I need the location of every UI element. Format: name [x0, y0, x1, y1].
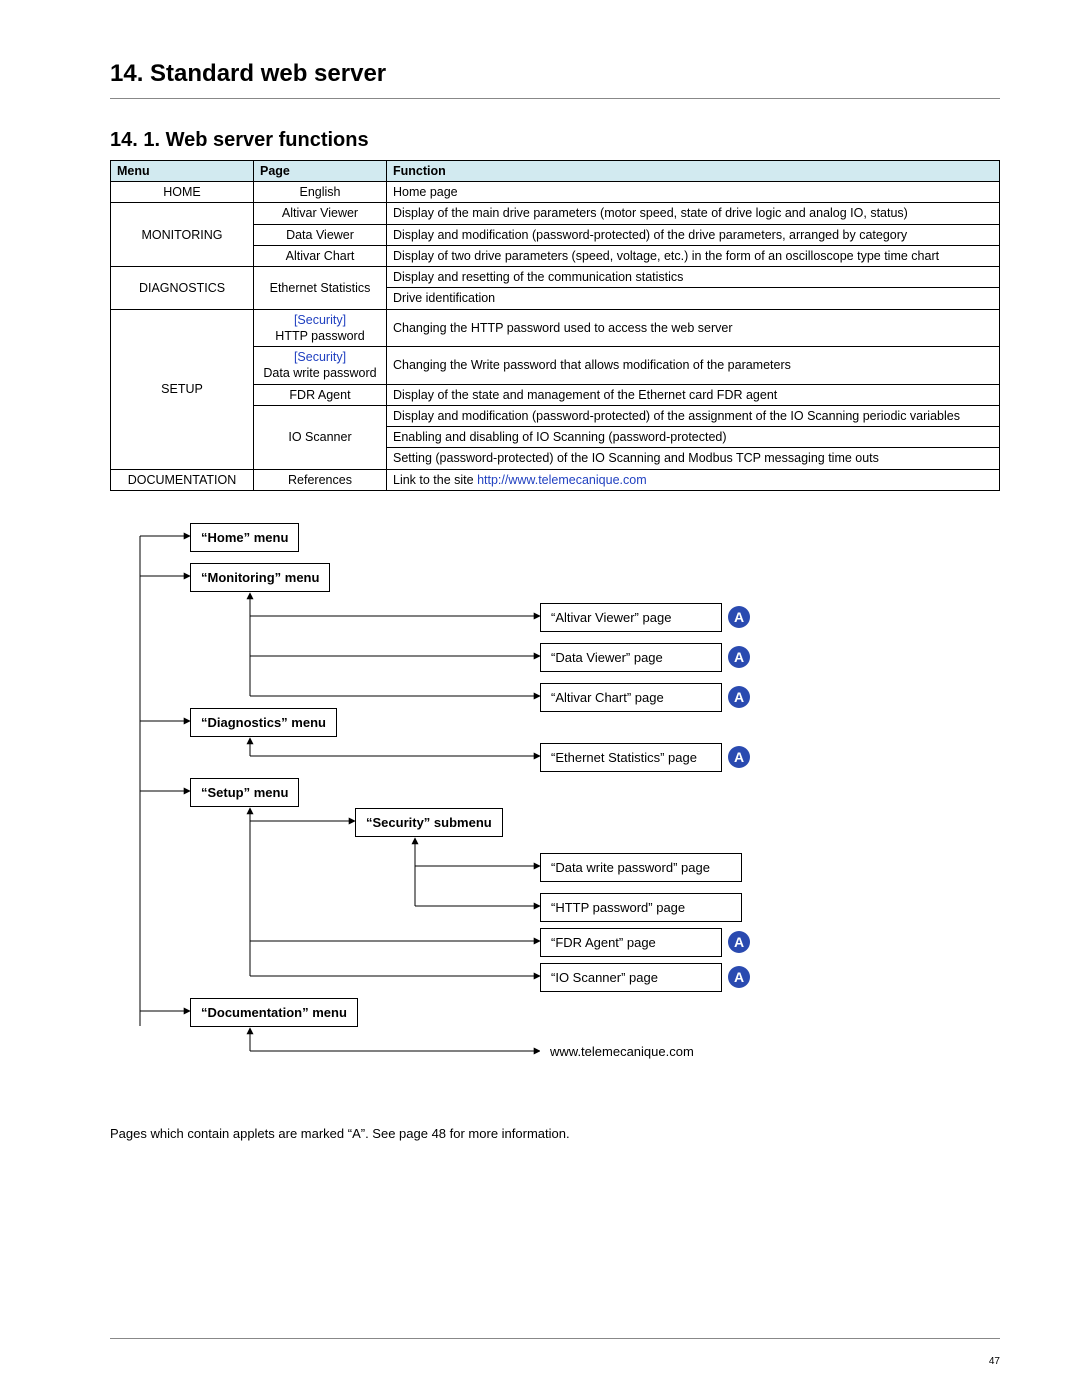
telemecanique-link-box: www.telemecanique.com — [540, 1038, 720, 1065]
home-menu-box: “Home” menu — [190, 523, 299, 552]
page-sub: HTTP password — [275, 329, 364, 343]
cell-page: English — [254, 182, 387, 203]
cell-page: References — [254, 469, 387, 490]
page-number: 47 — [989, 1356, 1000, 1367]
page-sub: Data write password — [263, 366, 376, 380]
cell-menu: DIAGNOSTICS — [111, 267, 254, 310]
ethernet-stats-page-box: “Ethernet Statistics” page — [540, 743, 722, 772]
cell-menu: MONITORING — [111, 203, 254, 267]
th-function: Function — [387, 161, 1000, 182]
cell-func: Changing the HTTP password used to acces… — [387, 309, 1000, 347]
cell-menu: HOME — [111, 182, 254, 203]
table-row: DIAGNOSTICS Ethernet Statistics Display … — [111, 267, 1000, 288]
cell-func: Drive identification — [387, 288, 1000, 309]
cell-func: Display and modification (password-prote… — [387, 405, 1000, 426]
cell-page: Data Viewer — [254, 224, 387, 245]
cell-func: Display of the main drive parameters (mo… — [387, 203, 1000, 224]
th-menu: Menu — [111, 161, 254, 182]
table-row: DOCUMENTATION References Link to the sit… — [111, 469, 1000, 490]
cell-page: FDR Agent — [254, 384, 387, 405]
security-submenu-box: “Security” submenu — [355, 808, 503, 837]
section-title: 14. 1. Web server functions — [110, 129, 1000, 152]
functions-table: Menu Page Function HOME English Home pag… — [110, 160, 1000, 491]
cell-func: Enabling and disabling of IO Scanning (p… — [387, 427, 1000, 448]
cell-menu: SETUP — [111, 309, 254, 469]
cell-func: Display of two drive parameters (speed, … — [387, 245, 1000, 266]
security-link[interactable]: [Security] — [294, 313, 346, 327]
applet-badge-icon: A — [728, 686, 750, 708]
applet-badge-icon: A — [728, 931, 750, 953]
http-page-box: “HTTP password” page — [540, 893, 742, 922]
documentation-menu-box: “Documentation” menu — [190, 998, 358, 1027]
cell-func: Setting (password-protected) of the IO S… — [387, 448, 1000, 469]
dwp-page-box: “Data write password” page — [540, 853, 742, 882]
altivar-viewer-page-box: “Altivar Viewer” page — [540, 603, 722, 632]
cell-page: IO Scanner — [254, 405, 387, 469]
cell-page: [Security] HTTP password — [254, 309, 387, 347]
cell-page: [Security] Data write password — [254, 347, 387, 385]
security-link[interactable]: [Security] — [294, 350, 346, 364]
cell-func: Link to the site http://www.telemecaniqu… — [387, 469, 1000, 490]
rule-top — [110, 98, 1000, 99]
applet-badge-icon: A — [728, 966, 750, 988]
setup-menu-box: “Setup” menu — [190, 778, 299, 807]
io-page-box: “IO Scanner” page — [540, 963, 722, 992]
fdr-page-box: “FDR Agent” page — [540, 928, 722, 957]
table-row: HOME English Home page — [111, 182, 1000, 203]
table-header-row: Menu Page Function — [111, 161, 1000, 182]
cell-func: Display and modification (password-prote… — [387, 224, 1000, 245]
th-page: Page — [254, 161, 387, 182]
cell-page: Ethernet Statistics — [254, 267, 387, 310]
monitoring-menu-box: “Monitoring” menu — [190, 563, 330, 592]
rule-footer — [110, 1338, 1000, 1339]
diagnostics-menu-box: “Diagnostics” menu — [190, 708, 337, 737]
chapter-title: 14. Standard web server — [110, 60, 1000, 88]
doc-func-pre: Link to the site — [393, 473, 477, 487]
cell-page: Altivar Viewer — [254, 203, 387, 224]
applet-badge-icon: A — [728, 606, 750, 628]
altivar-chart-page-box: “Altivar Chart” page — [540, 683, 722, 712]
data-viewer-page-box: “Data Viewer” page — [540, 643, 722, 672]
table-row: MONITORING Altivar Viewer Display of the… — [111, 203, 1000, 224]
applet-badge-icon: A — [728, 646, 750, 668]
cell-func: Display of the state and management of t… — [387, 384, 1000, 405]
footnote-text: Pages which contain applets are marked “… — [110, 1126, 1000, 1141]
table-row: SETUP [Security] HTTP password Changing … — [111, 309, 1000, 347]
cell-menu: DOCUMENTATION — [111, 469, 254, 490]
cell-func: Home page — [387, 182, 1000, 203]
cell-page: Altivar Chart — [254, 245, 387, 266]
cell-func: Display and resetting of the communicati… — [387, 267, 1000, 288]
cell-func: Changing the Write password that allows … — [387, 347, 1000, 385]
doc-url-link[interactable]: http://www.telemecanique.com — [477, 473, 647, 487]
applet-badge-icon: A — [728, 746, 750, 768]
sitemap-diagram: “Home” menu “Monitoring” menu “Diagnosti… — [110, 521, 1000, 1101]
